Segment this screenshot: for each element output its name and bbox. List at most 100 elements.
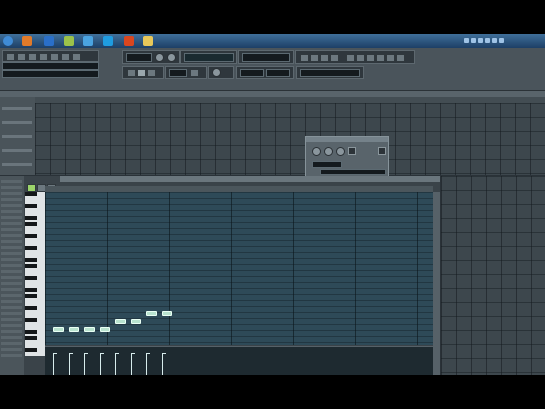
pattern-selector[interactable] [169, 69, 187, 77]
browser-item[interactable] [1, 198, 22, 201]
browser-item[interactable] [1, 282, 22, 285]
track-label[interactable] [2, 163, 32, 166]
browser-item[interactable] [1, 348, 22, 351]
start-orb-icon[interactable] [3, 36, 13, 46]
browser-item[interactable] [1, 192, 22, 195]
browser-item[interactable] [1, 222, 22, 225]
tool-button-3[interactable] [320, 54, 329, 62]
note[interactable] [130, 319, 141, 324]
tool-button-6[interactable] [356, 54, 365, 62]
browser-item[interactable] [1, 354, 22, 357]
note[interactable] [68, 327, 79, 332]
tool-button-5[interactable] [346, 54, 355, 62]
plugin-preset-display[interactable] [312, 161, 342, 168]
browser-item[interactable] [1, 312, 22, 315]
menu-help-button[interactable] [72, 53, 81, 61]
browser-item[interactable] [1, 210, 22, 213]
browser-item[interactable] [1, 294, 22, 297]
note[interactable] [146, 311, 157, 316]
browser-item[interactable] [1, 330, 22, 333]
velocity-bar[interactable] [146, 354, 147, 375]
pattern-song-toggle[interactable] [127, 69, 136, 77]
black-key[interactable] [25, 216, 37, 220]
velocity-bar[interactable] [53, 354, 54, 375]
piano-roll-grid[interactable] [45, 192, 433, 345]
menu-tools-button[interactable] [61, 53, 70, 61]
tray-battery-icon[interactable] [485, 38, 490, 43]
browser-item[interactable] [1, 186, 22, 189]
firefox-icon[interactable] [22, 36, 32, 46]
browser-item[interactable] [1, 258, 22, 261]
black-key[interactable] [25, 348, 37, 352]
tempo-display[interactable] [126, 53, 152, 62]
piano-roll-scrollbar[interactable] [433, 192, 440, 375]
tool-button-2[interactable] [310, 54, 319, 62]
browser-item[interactable] [1, 228, 22, 231]
track-label[interactable] [2, 135, 32, 138]
play-button[interactable] [137, 69, 146, 77]
black-key[interactable] [25, 192, 37, 196]
tray-flag-icon[interactable] [478, 38, 483, 43]
black-key[interactable] [25, 318, 37, 322]
piano-roll-title-bar[interactable] [60, 176, 440, 182]
velocity-bar[interactable] [68, 354, 70, 375]
browser-item[interactable] [1, 300, 22, 303]
stop-button[interactable] [147, 69, 156, 77]
menu-channels-button[interactable] [28, 53, 37, 61]
explorer-icon[interactable] [44, 36, 54, 46]
browser-item[interactable] [1, 318, 22, 321]
velocity-bar[interactable] [130, 354, 132, 375]
browser-item[interactable] [1, 270, 22, 273]
tray-network-icon[interactable] [464, 38, 469, 43]
track-label[interactable] [2, 149, 32, 152]
snap-knob[interactable] [212, 68, 221, 77]
black-key[interactable] [25, 222, 37, 226]
browser-item[interactable] [1, 216, 22, 219]
menu-file-button[interactable] [6, 53, 15, 61]
velocity-bar[interactable] [161, 354, 163, 375]
plugin-button[interactable] [348, 147, 356, 155]
plugin-knob-1[interactable] [312, 147, 321, 156]
tool-button-9[interactable] [386, 54, 395, 62]
time-display[interactable] [242, 53, 290, 62]
master-volume-knob[interactable] [155, 53, 164, 62]
note[interactable] [161, 311, 172, 316]
browser-item[interactable] [1, 204, 22, 207]
piano-keyboard[interactable] [25, 192, 45, 356]
media-icon[interactable] [64, 36, 74, 46]
menu-view-button[interactable] [39, 53, 48, 61]
velocity-bar[interactable] [115, 354, 116, 375]
black-key[interactable] [25, 258, 37, 262]
tray-update-icon[interactable] [499, 38, 504, 43]
browser-item[interactable] [1, 246, 22, 249]
black-key[interactable] [25, 276, 37, 280]
note[interactable] [53, 327, 64, 332]
velocity-bar[interactable] [84, 354, 85, 375]
plugin-close-button[interactable] [378, 147, 386, 155]
black-key[interactable] [25, 204, 37, 208]
chrome-icon[interactable] [83, 36, 93, 46]
black-key[interactable] [25, 246, 37, 250]
skype-icon[interactable] [103, 36, 113, 46]
menu-edit-button[interactable] [17, 53, 26, 61]
office-icon[interactable] [124, 36, 134, 46]
browser-item[interactable] [1, 180, 22, 183]
tool-button-8[interactable] [376, 54, 385, 62]
black-key[interactable] [25, 330, 37, 334]
record-button[interactable] [190, 69, 199, 77]
playlist-grid-extension[interactable] [441, 176, 545, 375]
black-key[interactable] [25, 306, 37, 310]
note[interactable] [115, 319, 126, 324]
master-pitch-knob[interactable] [167, 53, 176, 62]
tool-button-7[interactable] [366, 54, 375, 62]
song-position-bar[interactable] [2, 70, 99, 78]
note[interactable] [99, 327, 110, 332]
browser-item[interactable] [1, 252, 22, 255]
news-ticker[interactable] [300, 69, 360, 77]
tray-app-icon[interactable] [492, 38, 497, 43]
black-key[interactable] [25, 234, 37, 238]
folder-icon[interactable] [143, 36, 153, 46]
velocity-bar[interactable] [99, 354, 101, 375]
browser-item[interactable] [1, 234, 22, 237]
track-label[interactable] [2, 121, 32, 124]
